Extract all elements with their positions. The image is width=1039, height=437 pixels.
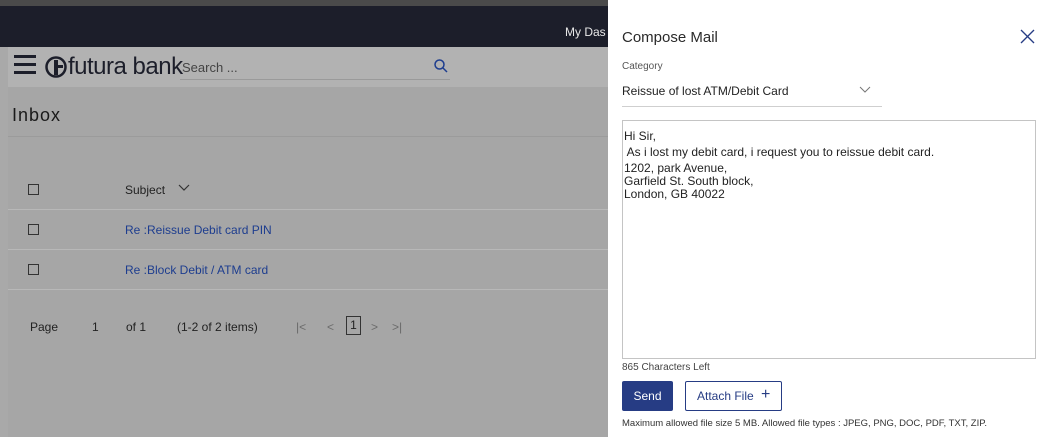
message-line: Hi Sir, [624, 129, 657, 143]
file-upload-note: Maximum allowed file size 5 MB. Allowed … [622, 418, 987, 429]
search-input[interactable] [180, 56, 450, 80]
my-dashboard-link[interactable]: My Das [565, 25, 606, 39]
brand-name: futura bank [68, 53, 183, 80]
message-line: London, GB 40022 [624, 187, 725, 201]
close-icon[interactable] [1020, 29, 1035, 44]
message-textarea[interactable]: Hi Sir, As i lost my debit card, i reque… [622, 120, 1036, 359]
attach-file-button[interactable]: Attach File + [685, 381, 782, 411]
chevron-down-icon [859, 86, 871, 93]
compose-mail-panel: Compose Mail Category Reissue of lost AT… [608, 0, 1039, 437]
first-page-icon[interactable]: |< [296, 320, 306, 334]
attach-file-label: Attach File [697, 389, 754, 403]
subject-column-header[interactable]: Subject [125, 183, 165, 197]
search-icon[interactable] [433, 58, 449, 74]
plus-icon: + [761, 386, 771, 403]
chevron-down-icon[interactable] [178, 184, 190, 192]
category-selected-value: Reissue of lost ATM/Debit Card [622, 84, 789, 98]
category-label: Category [622, 61, 663, 72]
select-all-checkbox[interactable] [28, 184, 39, 195]
page-number-input[interactable]: 1 [92, 320, 99, 334]
send-button[interactable]: Send [622, 381, 673, 411]
next-page-icon[interactable]: > [371, 320, 378, 334]
inbox-table: Subject Re :Reissue Debit card PIN Re :B… [8, 170, 608, 290]
page-title: Inbox [12, 105, 62, 125]
message-line: 1202, park Avenue, [624, 161, 728, 175]
current-page-button[interactable]: 1 [346, 316, 361, 335]
futura-bank-logo-icon [45, 56, 67, 78]
message-line: As i lost my debit card, i request you t… [624, 145, 935, 159]
characters-left-counter: 865 Characters Left [622, 362, 710, 373]
table-row: Re :Reissue Debit card PIN [8, 210, 608, 250]
row-checkbox[interactable] [28, 224, 39, 235]
table-row: Re :Block Debit / ATM card [8, 250, 608, 290]
previous-page-icon[interactable]: < [327, 320, 334, 334]
divider [8, 136, 608, 137]
page-label: Page [30, 320, 59, 334]
mail-subject-link[interactable]: Re :Reissue Debit card PIN [125, 223, 272, 237]
page-count: of 1 [126, 320, 147, 334]
last-page-icon[interactable]: >| [392, 320, 402, 334]
items-count: (1-2 of 2 items) [177, 320, 258, 334]
pagination: Page 1 of 1 (1-2 of 2 items) |< < 1 > >| [8, 312, 608, 342]
mail-subject-link[interactable]: Re :Block Debit / ATM card [125, 263, 268, 277]
panel-title: Compose Mail [622, 29, 718, 46]
category-select[interactable]: Reissue of lost ATM/Debit Card [622, 79, 882, 107]
app-header: futura bank [8, 47, 608, 87]
table-header-row: Subject [8, 170, 608, 210]
row-checkbox[interactable] [28, 264, 39, 275]
inbox-page: Inbox Subject Re :Reissue Debit card PIN… [8, 87, 608, 437]
hamburger-menu-icon[interactable] [14, 55, 36, 74]
